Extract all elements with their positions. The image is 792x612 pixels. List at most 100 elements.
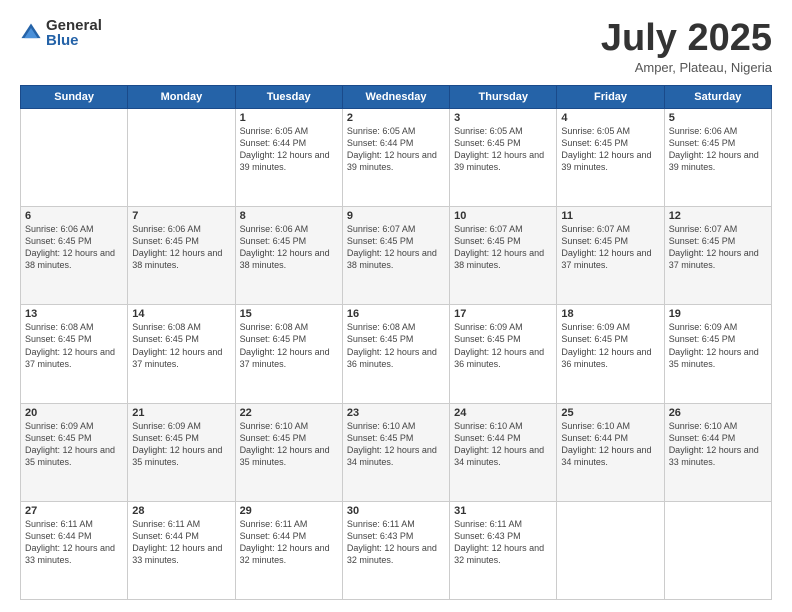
title-block: July 2025 Amper, Plateau, Nigeria	[601, 18, 772, 75]
calendar-cell: 9Sunrise: 6:07 AM Sunset: 6:45 PM Daylig…	[342, 207, 449, 305]
calendar-cell: 7Sunrise: 6:06 AM Sunset: 6:45 PM Daylig…	[128, 207, 235, 305]
day-info: Sunrise: 6:09 AM Sunset: 6:45 PM Dayligh…	[25, 420, 123, 469]
calendar-cell: 8Sunrise: 6:06 AM Sunset: 6:45 PM Daylig…	[235, 207, 342, 305]
calendar-cell: 1Sunrise: 6:05 AM Sunset: 6:44 PM Daylig…	[235, 108, 342, 206]
calendar-cell	[21, 108, 128, 206]
logo: General Blue	[20, 18, 102, 48]
day-number: 20	[25, 407, 123, 419]
day-info: Sunrise: 6:10 AM Sunset: 6:44 PM Dayligh…	[454, 420, 552, 469]
day-info: Sunrise: 6:05 AM Sunset: 6:44 PM Dayligh…	[240, 125, 338, 174]
calendar-cell	[664, 501, 771, 599]
day-info: Sunrise: 6:07 AM Sunset: 6:45 PM Dayligh…	[347, 223, 445, 272]
calendar-cell: 15Sunrise: 6:08 AM Sunset: 6:45 PM Dayli…	[235, 305, 342, 403]
day-info: Sunrise: 6:10 AM Sunset: 6:45 PM Dayligh…	[240, 420, 338, 469]
day-of-week-header: Sunday	[21, 85, 128, 108]
calendar-cell: 30Sunrise: 6:11 AM Sunset: 6:43 PM Dayli…	[342, 501, 449, 599]
day-number: 23	[347, 407, 445, 419]
day-info: Sunrise: 6:09 AM Sunset: 6:45 PM Dayligh…	[669, 321, 767, 370]
day-info: Sunrise: 6:07 AM Sunset: 6:45 PM Dayligh…	[454, 223, 552, 272]
day-info: Sunrise: 6:05 AM Sunset: 6:45 PM Dayligh…	[561, 125, 659, 174]
day-number: 29	[240, 505, 338, 517]
logo-general: General	[46, 18, 102, 33]
day-info: Sunrise: 6:11 AM Sunset: 6:44 PM Dayligh…	[25, 518, 123, 567]
calendar-cell: 17Sunrise: 6:09 AM Sunset: 6:45 PM Dayli…	[450, 305, 557, 403]
day-number: 11	[561, 210, 659, 222]
calendar-cell: 11Sunrise: 6:07 AM Sunset: 6:45 PM Dayli…	[557, 207, 664, 305]
day-number: 15	[240, 308, 338, 320]
calendar-cell: 28Sunrise: 6:11 AM Sunset: 6:44 PM Dayli…	[128, 501, 235, 599]
calendar-week-row: 27Sunrise: 6:11 AM Sunset: 6:44 PM Dayli…	[21, 501, 772, 599]
day-number: 21	[132, 407, 230, 419]
calendar-cell: 31Sunrise: 6:11 AM Sunset: 6:43 PM Dayli…	[450, 501, 557, 599]
logo-icon	[20, 22, 42, 44]
day-number: 3	[454, 112, 552, 124]
logo-blue: Blue	[46, 33, 102, 48]
calendar-cell	[128, 108, 235, 206]
calendar-cell	[557, 501, 664, 599]
calendar-week-row: 20Sunrise: 6:09 AM Sunset: 6:45 PM Dayli…	[21, 403, 772, 501]
day-number: 10	[454, 210, 552, 222]
day-info: Sunrise: 6:08 AM Sunset: 6:45 PM Dayligh…	[347, 321, 445, 370]
day-of-week-header: Wednesday	[342, 85, 449, 108]
calendar-cell: 14Sunrise: 6:08 AM Sunset: 6:45 PM Dayli…	[128, 305, 235, 403]
day-of-week-header: Tuesday	[235, 85, 342, 108]
day-number: 24	[454, 407, 552, 419]
day-number: 25	[561, 407, 659, 419]
calendar-cell: 24Sunrise: 6:10 AM Sunset: 6:44 PM Dayli…	[450, 403, 557, 501]
day-number: 19	[669, 308, 767, 320]
day-of-week-header: Monday	[128, 85, 235, 108]
calendar-cell: 19Sunrise: 6:09 AM Sunset: 6:45 PM Dayli…	[664, 305, 771, 403]
day-number: 2	[347, 112, 445, 124]
calendar-cell: 3Sunrise: 6:05 AM Sunset: 6:45 PM Daylig…	[450, 108, 557, 206]
calendar-table: SundayMondayTuesdayWednesdayThursdayFrid…	[20, 85, 772, 600]
calendar-header-row: SundayMondayTuesdayWednesdayThursdayFrid…	[21, 85, 772, 108]
day-info: Sunrise: 6:10 AM Sunset: 6:44 PM Dayligh…	[561, 420, 659, 469]
day-info: Sunrise: 6:07 AM Sunset: 6:45 PM Dayligh…	[561, 223, 659, 272]
calendar-cell: 23Sunrise: 6:10 AM Sunset: 6:45 PM Dayli…	[342, 403, 449, 501]
day-number: 22	[240, 407, 338, 419]
calendar-week-row: 1Sunrise: 6:05 AM Sunset: 6:44 PM Daylig…	[21, 108, 772, 206]
day-info: Sunrise: 6:08 AM Sunset: 6:45 PM Dayligh…	[25, 321, 123, 370]
day-number: 26	[669, 407, 767, 419]
day-number: 1	[240, 112, 338, 124]
calendar-cell: 10Sunrise: 6:07 AM Sunset: 6:45 PM Dayli…	[450, 207, 557, 305]
calendar-cell: 16Sunrise: 6:08 AM Sunset: 6:45 PM Dayli…	[342, 305, 449, 403]
calendar-cell: 26Sunrise: 6:10 AM Sunset: 6:44 PM Dayli…	[664, 403, 771, 501]
day-info: Sunrise: 6:11 AM Sunset: 6:43 PM Dayligh…	[454, 518, 552, 567]
calendar-cell: 21Sunrise: 6:09 AM Sunset: 6:45 PM Dayli…	[128, 403, 235, 501]
calendar-cell: 5Sunrise: 6:06 AM Sunset: 6:45 PM Daylig…	[664, 108, 771, 206]
calendar-cell: 29Sunrise: 6:11 AM Sunset: 6:44 PM Dayli…	[235, 501, 342, 599]
day-info: Sunrise: 6:05 AM Sunset: 6:45 PM Dayligh…	[454, 125, 552, 174]
day-number: 14	[132, 308, 230, 320]
day-info: Sunrise: 6:09 AM Sunset: 6:45 PM Dayligh…	[132, 420, 230, 469]
day-number: 8	[240, 210, 338, 222]
day-info: Sunrise: 6:11 AM Sunset: 6:44 PM Dayligh…	[240, 518, 338, 567]
day-of-week-header: Thursday	[450, 85, 557, 108]
day-info: Sunrise: 6:08 AM Sunset: 6:45 PM Dayligh…	[132, 321, 230, 370]
day-number: 5	[669, 112, 767, 124]
day-info: Sunrise: 6:11 AM Sunset: 6:43 PM Dayligh…	[347, 518, 445, 567]
day-number: 12	[669, 210, 767, 222]
day-number: 30	[347, 505, 445, 517]
day-info: Sunrise: 6:07 AM Sunset: 6:45 PM Dayligh…	[669, 223, 767, 272]
calendar-week-row: 6Sunrise: 6:06 AM Sunset: 6:45 PM Daylig…	[21, 207, 772, 305]
day-info: Sunrise: 6:09 AM Sunset: 6:45 PM Dayligh…	[561, 321, 659, 370]
day-number: 6	[25, 210, 123, 222]
day-info: Sunrise: 6:09 AM Sunset: 6:45 PM Dayligh…	[454, 321, 552, 370]
day-info: Sunrise: 6:05 AM Sunset: 6:44 PM Dayligh…	[347, 125, 445, 174]
page: General Blue July 2025 Amper, Plateau, N…	[0, 0, 792, 612]
calendar-cell: 22Sunrise: 6:10 AM Sunset: 6:45 PM Dayli…	[235, 403, 342, 501]
day-info: Sunrise: 6:10 AM Sunset: 6:45 PM Dayligh…	[347, 420, 445, 469]
header: General Blue July 2025 Amper, Plateau, N…	[20, 18, 772, 75]
day-info: Sunrise: 6:06 AM Sunset: 6:45 PM Dayligh…	[25, 223, 123, 272]
calendar-cell: 25Sunrise: 6:10 AM Sunset: 6:44 PM Dayli…	[557, 403, 664, 501]
calendar-cell: 2Sunrise: 6:05 AM Sunset: 6:44 PM Daylig…	[342, 108, 449, 206]
day-number: 16	[347, 308, 445, 320]
day-number: 28	[132, 505, 230, 517]
day-info: Sunrise: 6:06 AM Sunset: 6:45 PM Dayligh…	[669, 125, 767, 174]
day-info: Sunrise: 6:06 AM Sunset: 6:45 PM Dayligh…	[240, 223, 338, 272]
calendar-cell: 18Sunrise: 6:09 AM Sunset: 6:45 PM Dayli…	[557, 305, 664, 403]
month-title: July 2025	[601, 18, 772, 60]
day-info: Sunrise: 6:06 AM Sunset: 6:45 PM Dayligh…	[132, 223, 230, 272]
calendar-cell: 12Sunrise: 6:07 AM Sunset: 6:45 PM Dayli…	[664, 207, 771, 305]
